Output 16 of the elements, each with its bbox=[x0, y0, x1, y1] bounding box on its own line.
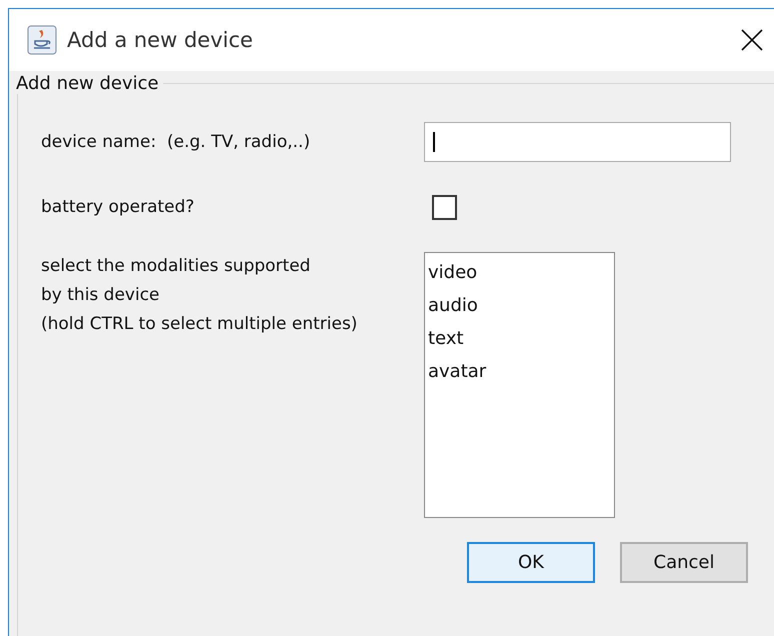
group-title: Add new device bbox=[15, 73, 160, 94]
checkbox[interactable] bbox=[432, 194, 457, 220]
checkbox-label: battery operated? bbox=[41, 196, 194, 219]
input-field[interactable] bbox=[424, 122, 731, 162]
list-item[interactable]: avatar bbox=[426, 355, 613, 388]
list-label: (hold CTRL to select multiple entries) bbox=[41, 313, 358, 336]
list-label: select the modalities supported bbox=[41, 255, 312, 278]
list-item[interactable]: audio bbox=[426, 289, 613, 322]
field-label: device name: (e.g. TV, radio,..) bbox=[41, 131, 310, 154]
ok-button[interactable]: OK bbox=[467, 542, 595, 583]
window-title: Add a new device bbox=[67, 28, 254, 52]
list-item[interactable]: text bbox=[426, 322, 613, 355]
list-item[interactable]: video bbox=[426, 256, 613, 289]
list-label: by this device bbox=[41, 284, 161, 307]
coffee-cup-icon bbox=[27, 25, 57, 55]
cancel-button[interactable]: Cancel bbox=[620, 542, 748, 583]
